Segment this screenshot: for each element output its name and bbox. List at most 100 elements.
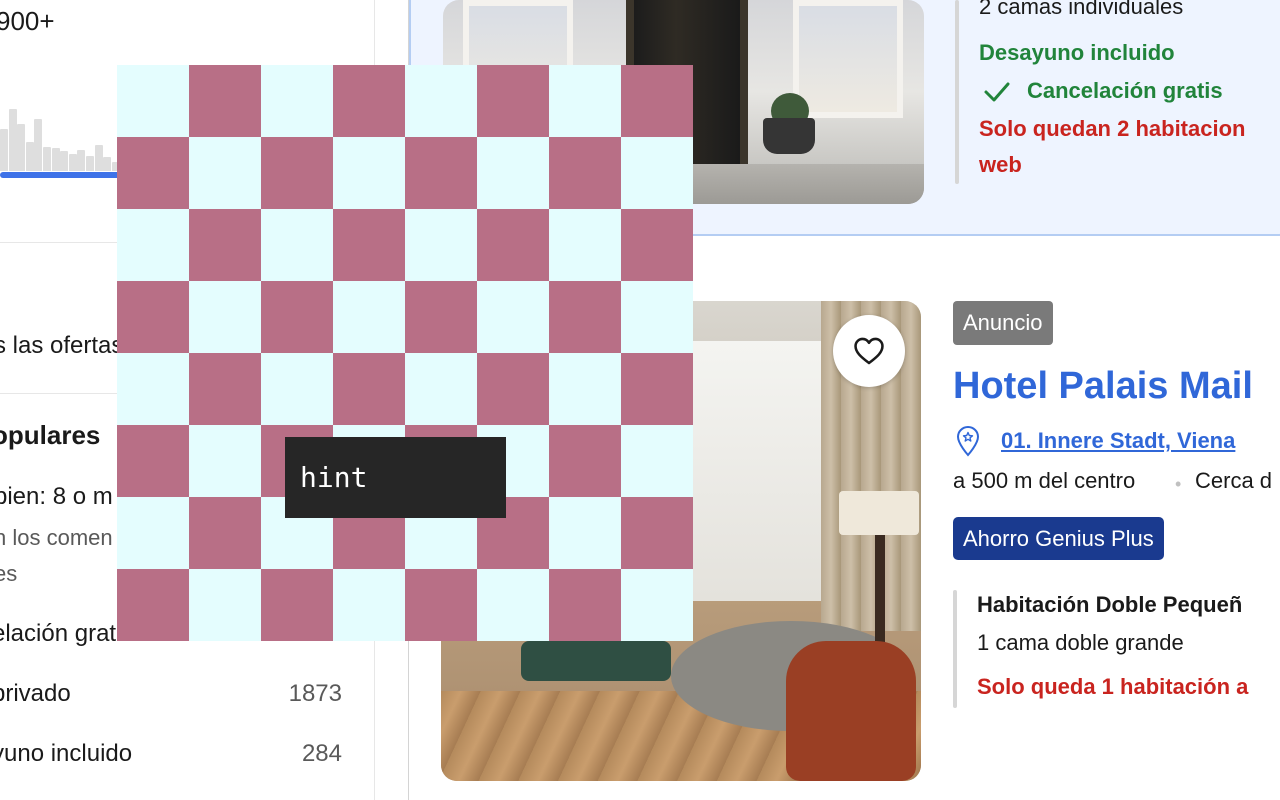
checker-square (117, 497, 189, 569)
checker-square (117, 209, 189, 281)
histogram-bar (8, 109, 17, 171)
histogram-bar (43, 147, 51, 171)
checker-square (189, 353, 261, 425)
checker-square (333, 137, 405, 209)
histogram-bar (68, 154, 77, 171)
budget-max-value: 900+ (0, 6, 55, 36)
checker-square (621, 569, 693, 641)
checker-square (261, 209, 333, 281)
bed-config: 1 cama doble grande (977, 630, 1184, 655)
checker-square (621, 497, 693, 569)
histogram-bar (60, 151, 69, 171)
checker-square (333, 281, 405, 353)
checker-square (549, 137, 621, 209)
checker-square (189, 425, 261, 497)
price-histogram (0, 95, 130, 171)
checker-square (549, 425, 621, 497)
location-link[interactable]: 01. Innere Stadt, Viena (1001, 428, 1235, 454)
checker-square (549, 497, 621, 569)
checker-square (189, 137, 261, 209)
checker-square (117, 425, 189, 497)
checker-square (189, 209, 261, 281)
checker-square (117, 281, 189, 353)
checker-square (405, 569, 477, 641)
checker-square (261, 353, 333, 425)
check-icon (984, 82, 1010, 102)
nearby-landmark: Cerca d (1195, 468, 1273, 493)
hotel-title-link[interactable]: Hotel Palais Mail (953, 365, 1253, 408)
checker-square (189, 65, 261, 137)
separator-dot: • (1175, 474, 1182, 494)
histogram-bar (94, 145, 103, 171)
checker-square (117, 65, 189, 137)
save-to-wishlist-button[interactable] (833, 315, 905, 387)
checker-square (117, 353, 189, 425)
review-score-subtext: n los comen (0, 525, 113, 550)
show-all-offers-filter[interactable]: s las ofertas (0, 332, 123, 360)
facade-window (793, 0, 903, 118)
checker-square (405, 137, 477, 209)
filter-label: privado (0, 680, 71, 707)
filter-count: 284 (301, 740, 342, 767)
filter-private-bathroom[interactable]: privado 1873 (0, 680, 342, 716)
filter-label: elación gratis (0, 620, 134, 647)
heart-icon (854, 337, 884, 365)
histogram-bar (17, 124, 26, 171)
histogram-bar (86, 156, 94, 171)
review-score-filter[interactable]: bien: 8 o m (0, 483, 113, 511)
checker-square (549, 209, 621, 281)
breakfast-included-label: Desayuno incluido (979, 40, 1175, 65)
checker-square (477, 569, 549, 641)
checker-square (621, 65, 693, 137)
checker-square (477, 65, 549, 137)
bed-config: 2 camas individuales (979, 0, 1184, 19)
checker-square (405, 65, 477, 137)
checker-square (261, 569, 333, 641)
checker-square (117, 137, 189, 209)
checkerboard-overlay (117, 65, 693, 641)
histogram-bar (77, 150, 86, 171)
checker-square (621, 209, 693, 281)
price-range-slider[interactable] (0, 172, 130, 178)
hint-tooltip: hint (285, 437, 506, 518)
distance-from-center: a 500 m del centro (953, 468, 1136, 493)
room-info-rule (955, 0, 959, 184)
checker-square (621, 137, 693, 209)
bench (521, 641, 671, 681)
free-cancellation-label: Cancelación gratis (1027, 78, 1223, 103)
checker-square (549, 353, 621, 425)
scarcity-message: Solo queda 1 habitación a (977, 674, 1249, 699)
histogram-bar (51, 148, 60, 171)
checker-square (405, 281, 477, 353)
checker-square (333, 353, 405, 425)
checker-square (189, 497, 261, 569)
checker-square (621, 281, 693, 353)
checker-square (477, 353, 549, 425)
window (691, 341, 831, 601)
scarcity-message-cont: web (979, 152, 1022, 177)
checker-square (405, 209, 477, 281)
ad-badge: Anuncio (953, 301, 1053, 345)
location-pin-icon (956, 425, 980, 457)
checker-square (117, 569, 189, 641)
filter-breakfast-included[interactable]: yuno incluido 284 (0, 740, 342, 776)
checker-square (621, 353, 693, 425)
checker-square (261, 137, 333, 209)
room-info-rule (953, 590, 957, 708)
checker-square (477, 209, 549, 281)
checker-square (477, 281, 549, 353)
checker-square (333, 65, 405, 137)
floor-lamp (875, 535, 885, 655)
histogram-bar (25, 142, 34, 171)
checker-square (261, 281, 333, 353)
plant-pot (763, 118, 815, 154)
histogram-bar (0, 129, 8, 171)
histogram-bar (34, 119, 43, 171)
checker-square (405, 353, 477, 425)
checker-square (189, 569, 261, 641)
checker-square (621, 425, 693, 497)
filter-count: 1873 (288, 680, 342, 707)
popular-filters-heading: opulares (0, 420, 101, 450)
room-name: Habitación Doble Pequeñ (977, 592, 1243, 617)
checker-square (333, 569, 405, 641)
